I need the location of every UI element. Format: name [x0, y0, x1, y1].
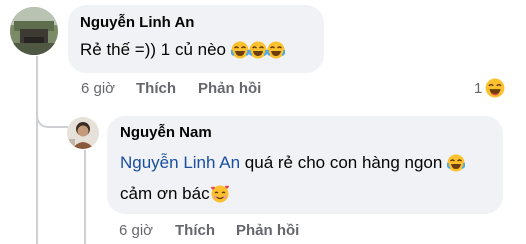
comment-author[interactable]: Nguyễn Linh An [80, 14, 194, 31]
reply-text-line1: Nguyễn Linh An quá rẻ cho con hàng ngon [120, 153, 466, 177]
face-with-tears-of-joy-icon [266, 41, 285, 64]
thread-line [36, 56, 38, 244]
reply-text: quá rẻ cho con hàng ngon [244, 153, 443, 172]
thread-connector [36, 106, 68, 128]
avatar-image [67, 117, 99, 149]
reply-timestamp[interactable]: 6 giờ [119, 222, 153, 239]
comment-text-row: Rẻ thế =)) 1 củ nèo [80, 40, 285, 64]
avatar-image [10, 7, 58, 55]
reply-like-button[interactable]: Thích [175, 222, 215, 239]
comment-text: Rẻ thế =)) 1 củ nèo [80, 40, 227, 59]
smiling-face-with-hearts-icon [210, 185, 230, 208]
comment-like-button[interactable]: Thích [136, 80, 176, 97]
face-with-tears-of-joy-icon [230, 41, 249, 64]
reply-author[interactable]: Nguyễn Nam [120, 124, 212, 141]
avatar-nguyen-linh-an[interactable] [10, 7, 58, 55]
thread-line-reply [84, 150, 86, 244]
reaction-count[interactable]: 1 [474, 80, 482, 97]
haha-reaction-icon[interactable] [485, 78, 505, 103]
reply-text-line2: cảm ơn bác [120, 184, 230, 208]
face-with-tears-of-joy-icon [446, 154, 466, 177]
mention-link[interactable]: Nguyễn Linh An [120, 153, 240, 172]
comment-reply-button[interactable]: Phản hồi [198, 80, 261, 97]
reply-text-2: cảm ơn bác [120, 184, 210, 203]
comment-timestamp[interactable]: 6 giờ [81, 80, 115, 97]
avatar-nguyen-nam[interactable] [67, 117, 99, 149]
reply-reply-button[interactable]: Phản hồi [236, 222, 299, 239]
face-with-tears-of-joy-icon [248, 41, 267, 64]
